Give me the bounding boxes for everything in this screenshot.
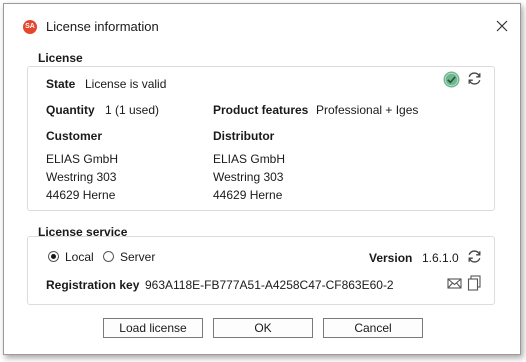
registration-key-value: 963A118E-FB777A51-A4258C47-CF863E60-2 [145, 278, 394, 292]
copy-button[interactable] [467, 275, 482, 291]
window-title: License information [46, 19, 159, 34]
state-label: State [46, 77, 76, 91]
mail-button[interactable] [447, 276, 462, 291]
title-bar: SA License information [4, 4, 520, 44]
app-logo-icon: SA [23, 20, 37, 34]
product-features-value: Professional + Iges [316, 103, 419, 117]
license-group-title: License [38, 51, 83, 65]
product-features-label: Product features [213, 103, 309, 117]
quantity-label: Quantity [46, 103, 95, 117]
customer-line: ELIAS GmbH [46, 152, 119, 166]
refresh-version-button[interactable] [466, 248, 483, 265]
customer-label: Customer [46, 129, 103, 143]
refresh-icon [468, 72, 481, 85]
load-license-button[interactable]: Load license [103, 318, 203, 338]
refresh-state-button[interactable] [466, 70, 483, 87]
distributor-line: Westring 303 [213, 170, 284, 184]
copy-icon [467, 275, 481, 291]
customer-line: 44629 Herne [46, 188, 116, 202]
version-value: 1.6.1.0 [422, 251, 459, 265]
server-radio-label[interactable]: Server [120, 250, 155, 264]
cancel-button[interactable]: Cancel [323, 318, 423, 338]
refresh-icon [468, 250, 481, 263]
quantity-value: 1 (1 used) [105, 103, 160, 117]
mail-icon [447, 278, 462, 289]
registration-key-label: Registration key [46, 278, 140, 292]
local-radio-label[interactable]: Local [65, 250, 94, 264]
distributor-line: 44629 Herne [213, 188, 283, 202]
state-value: License is valid [85, 77, 167, 91]
check-circle-icon [443, 71, 460, 88]
customer-line: Westring 303 [46, 170, 117, 184]
distributor-label: Distributor [213, 129, 275, 143]
version-label: Version [369, 251, 413, 265]
distributor-line: ELIAS GmbH [213, 152, 286, 166]
close-button[interactable] [492, 16, 512, 36]
local-radio[interactable] [48, 251, 59, 262]
server-radio[interactable] [103, 251, 114, 262]
license-service-group [27, 236, 495, 305]
ok-button[interactable]: OK [213, 318, 313, 338]
close-icon [496, 20, 508, 32]
